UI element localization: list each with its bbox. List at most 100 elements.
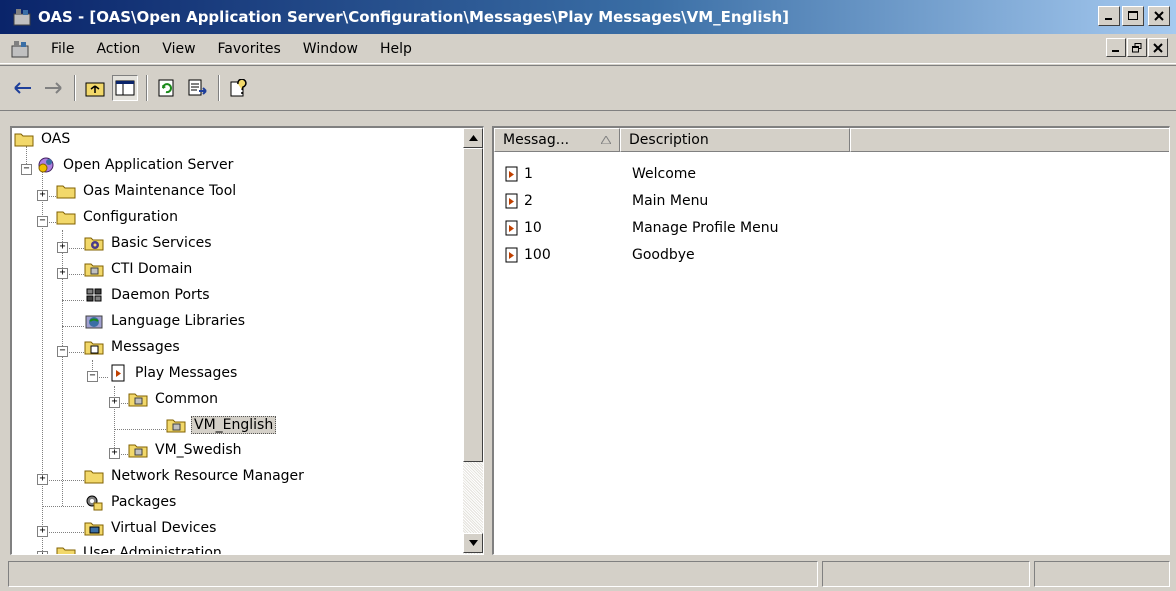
collapse-toggle[interactable]: − xyxy=(87,371,98,382)
menu-window[interactable]: Window xyxy=(292,41,369,57)
list-item[interactable]: 1 Welcome xyxy=(494,162,1169,186)
expand-toggle[interactable]: + xyxy=(37,190,48,201)
up-folder-icon xyxy=(85,82,105,97)
tree-node-configuration[interactable]: Configuration xyxy=(56,206,180,228)
title-bar[interactable]: OAS - [OAS\Open Application Server\Confi… xyxy=(0,0,1176,34)
language-folder-icon xyxy=(128,444,148,458)
collapse-toggle[interactable]: − xyxy=(37,216,48,227)
expand-toggle[interactable]: + xyxy=(109,397,120,408)
tree-node-language-libraries[interactable]: Language Libraries xyxy=(84,310,247,332)
export-list-icon xyxy=(188,79,207,96)
tree-node-label: VM_English xyxy=(191,416,277,434)
tree-vertical-scrollbar[interactable] xyxy=(463,128,483,554)
tree-node-network-resource-manager[interactable]: Network Resource Manager xyxy=(84,465,306,487)
collapse-toggle[interactable]: − xyxy=(21,164,32,175)
tree-node-vm-swedish[interactable]: VM_Swedish xyxy=(128,439,244,461)
tree-node-messages[interactable]: Messages xyxy=(84,336,182,358)
menu-file[interactable]: File xyxy=(40,41,85,57)
play-message-icon xyxy=(505,220,518,236)
tree-node-common[interactable]: Common xyxy=(128,388,220,410)
menu-bar: File Action View Favorites Window Help xyxy=(0,34,1176,64)
toolbar-separator xyxy=(146,75,148,101)
folder-icon xyxy=(14,133,34,147)
expand-toggle[interactable]: + xyxy=(37,474,48,485)
minimize-icon xyxy=(1105,18,1112,20)
tree-node-label: Open Application Server xyxy=(63,157,234,173)
expand-toggle[interactable]: + xyxy=(109,448,120,459)
services-folder-icon xyxy=(84,237,104,251)
tree-node-cti-domain[interactable]: CTI Domain xyxy=(84,258,194,280)
close-button[interactable] xyxy=(1148,6,1170,26)
tree-node-virtual-devices[interactable]: Virtual Devices xyxy=(84,517,218,539)
status-bar xyxy=(0,559,1176,591)
column-header-message[interactable]: Messag... xyxy=(494,128,620,152)
menu-view[interactable]: View xyxy=(151,41,206,57)
scroll-up-button[interactable] xyxy=(463,128,483,148)
status-panel-secondary xyxy=(822,561,1030,587)
list-item[interactable]: 2 Main Menu xyxy=(494,189,1169,213)
tree-node-label: VM_Swedish xyxy=(155,442,242,458)
message-id: 10 xyxy=(524,220,542,236)
tree-node-label: Virtual Devices xyxy=(111,520,217,536)
console-app-icon xyxy=(13,9,31,26)
tree-node-user-administration[interactable]: User Administration xyxy=(56,542,224,554)
expand-toggle[interactable]: + xyxy=(57,242,68,253)
up-one-level-button[interactable] xyxy=(82,75,108,101)
results-list[interactable]: Messag... Description 1 Welcome 2 Main M… xyxy=(492,126,1170,555)
scroll-down-button[interactable] xyxy=(463,533,483,553)
tree-node-open-application-server[interactable]: Open Application Server xyxy=(36,154,235,176)
menu-action[interactable]: Action xyxy=(85,41,151,57)
minimize-button[interactable] xyxy=(1098,6,1120,26)
tree-pane-icon xyxy=(115,80,135,96)
refresh-button[interactable] xyxy=(154,75,180,101)
export-list-button[interactable] xyxy=(184,75,210,101)
play-message-icon xyxy=(505,193,518,209)
child-close-button[interactable] xyxy=(1148,38,1168,57)
child-restore-button[interactable] xyxy=(1127,38,1147,57)
tree-node-daemon-ports[interactable]: Daemon Ports xyxy=(84,284,212,306)
tree-node-label: Language Libraries xyxy=(111,313,246,329)
restore-icon xyxy=(1132,42,1142,52)
expand-toggle[interactable]: + xyxy=(37,551,48,554)
close-icon xyxy=(1154,11,1164,21)
back-button[interactable] xyxy=(10,75,36,101)
tree-node-oas-maintenance-tool[interactable]: Oas Maintenance Tool xyxy=(56,180,238,202)
forward-button[interactable] xyxy=(40,75,66,101)
message-id: 100 xyxy=(524,247,551,263)
tree-node-basic-services[interactable]: Basic Services xyxy=(84,232,214,254)
server-globe-icon xyxy=(38,157,54,173)
play-message-icon xyxy=(505,166,518,182)
expand-toggle[interactable]: + xyxy=(37,526,48,537)
console-tree[interactable]: − + − + + − − + + + + + OAS Open Applica… xyxy=(10,126,484,555)
tree-node-packages[interactable]: Packages xyxy=(84,491,178,513)
column-header-description[interactable]: Description xyxy=(620,128,850,152)
column-header-label: Description xyxy=(629,132,709,148)
ports-icon xyxy=(86,288,102,302)
child-minimize-button[interactable] xyxy=(1106,38,1126,57)
message-description: Main Menu xyxy=(632,193,709,209)
console-menu-icon[interactable] xyxy=(10,39,30,59)
scroll-thumb[interactable] xyxy=(463,148,483,462)
down-triangle-icon xyxy=(468,540,478,546)
maximize-button[interactable] xyxy=(1122,6,1144,26)
show-hide-tree-button[interactable] xyxy=(112,75,138,101)
collapse-toggle[interactable]: − xyxy=(57,346,68,357)
language-folder-icon xyxy=(166,419,186,433)
list-item[interactable]: 10 Manage Profile Menu xyxy=(494,216,1169,240)
expand-toggle[interactable]: + xyxy=(57,268,68,279)
tree-node-play-messages[interactable]: Play Messages xyxy=(108,362,239,384)
folder-icon xyxy=(56,211,76,225)
tree-node-oas[interactable]: OAS xyxy=(14,128,72,150)
message-id: 2 xyxy=(524,193,533,209)
close-icon xyxy=(1153,42,1163,53)
list-item[interactable]: 100 Goodbye xyxy=(494,243,1169,267)
menu-help[interactable]: Help xyxy=(369,41,423,57)
help-button[interactable] xyxy=(226,75,252,101)
status-panel-main xyxy=(8,561,818,587)
menu-favorites[interactable]: Favorites xyxy=(207,41,292,57)
tree-node-label: Play Messages xyxy=(135,365,238,381)
play-message-icon xyxy=(111,364,125,382)
tree-node-vm-english[interactable]: VM_English xyxy=(166,414,277,436)
tree-node-label: Messages xyxy=(111,339,180,355)
message-id: 1 xyxy=(524,166,533,182)
